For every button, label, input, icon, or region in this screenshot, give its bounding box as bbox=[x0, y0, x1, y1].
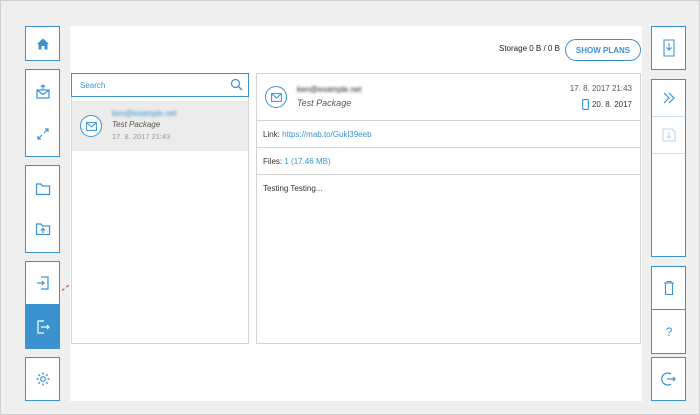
list-item-date: 17. 8. 2017 21:43 bbox=[112, 132, 171, 141]
mail-avatar bbox=[265, 86, 287, 108]
list-item[interactable]: ken@example.net Test Package 17. 8. 2017… bbox=[72, 101, 248, 151]
trash-icon bbox=[663, 280, 674, 296]
mail-icon bbox=[270, 92, 282, 102]
search-box[interactable]: Search bbox=[71, 73, 249, 97]
help-button[interactable]: ? bbox=[651, 310, 686, 354]
mail-avatar bbox=[80, 115, 102, 137]
download-button[interactable] bbox=[651, 26, 686, 70]
package-link[interactable]: https://mab.to/Gukl39eeb bbox=[282, 130, 371, 139]
search-input[interactable]: Search bbox=[80, 81, 105, 90]
detail-sender: ken@example.net bbox=[297, 85, 362, 94]
detail-expiry: 20. 8. 2017 bbox=[582, 99, 632, 110]
double-chevron-right-icon bbox=[663, 92, 675, 104]
detail-subject: Test Package bbox=[297, 98, 352, 108]
storage-label: Storage 0 B / 0 B bbox=[499, 44, 560, 53]
folder-group bbox=[25, 165, 60, 253]
send-group bbox=[25, 69, 60, 157]
download-icon bbox=[662, 39, 675, 57]
search-icon[interactable] bbox=[230, 78, 243, 96]
mail-icon bbox=[85, 121, 97, 131]
files-size: (17.46 MB) bbox=[291, 157, 331, 166]
show-plans-button[interactable]: SHOW PLANS bbox=[565, 39, 641, 61]
home-button[interactable] bbox=[25, 26, 60, 61]
save-button[interactable] bbox=[652, 117, 685, 153]
folder-upload-icon[interactable] bbox=[35, 222, 51, 236]
transfer-icon[interactable] bbox=[35, 126, 51, 142]
phone-icon bbox=[582, 99, 589, 110]
sign-in-button[interactable] bbox=[25, 261, 60, 305]
files-row: Files: 1 (17.46 MB) bbox=[257, 148, 640, 175]
exit-icon bbox=[660, 372, 676, 386]
question-icon: ? bbox=[665, 325, 672, 339]
detail-header: ken@example.net Test Package 17. 8. 2017… bbox=[257, 74, 640, 121]
save-icon bbox=[661, 128, 676, 142]
sign-out-icon bbox=[36, 320, 50, 334]
folder-icon[interactable] bbox=[35, 182, 51, 196]
list-item-sender: ken@example.net bbox=[112, 109, 177, 118]
package-detail: ken@example.net Test Package 17. 8. 2017… bbox=[256, 73, 641, 344]
send-mail-icon[interactable] bbox=[35, 84, 51, 100]
settings-button[interactable] bbox=[25, 357, 60, 401]
files-label: Files: bbox=[263, 157, 283, 166]
gear-icon bbox=[36, 372, 49, 386]
detail-expiry-date: 20. 8. 2017 bbox=[591, 100, 632, 109]
exit-button[interactable] bbox=[651, 357, 686, 401]
forward-button[interactable] bbox=[652, 80, 685, 116]
home-icon bbox=[36, 38, 49, 49]
svg-text:?: ? bbox=[665, 325, 672, 339]
link-row: Link: https://mab.to/Gukl39eeb bbox=[257, 121, 640, 148]
delete-button[interactable] bbox=[651, 266, 686, 310]
files-count[interactable]: 1 bbox=[284, 157, 288, 166]
message-body: Testing Testing... bbox=[263, 184, 323, 193]
list-item-subject: Test Package bbox=[112, 120, 161, 129]
sign-out-button[interactable] bbox=[25, 305, 60, 349]
sign-in-icon bbox=[36, 276, 49, 290]
action-stack bbox=[651, 79, 686, 257]
link-label: Link: bbox=[263, 130, 280, 139]
detail-date: 17. 8. 2017 21:43 bbox=[569, 84, 632, 93]
